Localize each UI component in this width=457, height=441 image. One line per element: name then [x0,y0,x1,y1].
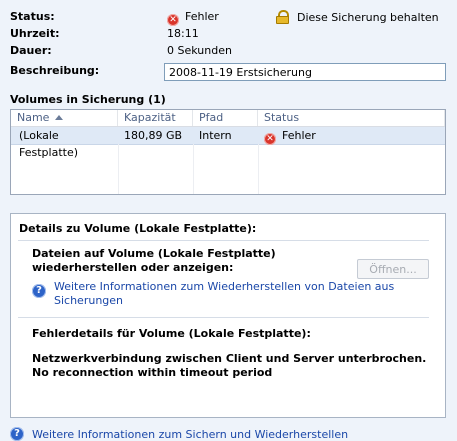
error-message-line1: Netzwerkverbindung zwischen Client und S… [32,352,427,365]
cell-name: (Lokale Festplatte) [19,129,79,159]
keep-backup-toggle[interactable]: Diese Sicherung behalten [276,10,439,24]
time-value: 18:11 [167,27,199,40]
error-icon: ✕ [167,14,179,26]
error-details-title: Fehlerdetails für Volume (Lokale Festpla… [32,327,311,340]
divider [18,317,429,318]
divider [18,240,429,241]
status-value: ✕ Fehler [167,10,219,26]
duration-label: Dauer: [10,44,52,57]
error-icon: ✕ [264,133,276,145]
column-header-status[interactable]: Status [258,110,445,126]
column-header-name[interactable]: Name [11,110,118,126]
restore-info-link-line1: Weitere Informationen zum Wiederherstell… [54,280,395,293]
description-label: Beschreibung: [10,64,100,77]
column-header-capacity[interactable]: Kapazität [118,110,193,126]
column-header-path[interactable]: Pfad [193,110,258,126]
volumes-table[interactable]: Name Kapazität Pfad Status (Lokale Festp… [10,109,446,195]
details-title: Details zu Volume (Lokale Festplatte): [19,222,257,235]
sort-ascending-icon [55,115,64,120]
cell-capacity: 180,89 GB [124,129,183,142]
table-row[interactable]: (Lokale Festplatte) 180,89 GB Intern ✕ Fe… [11,127,445,159]
volumes-title: Volumes in Sicherung (1) [10,93,166,106]
error-message-line2: No reconnection within timeout period [32,366,273,379]
backup-info-link-label: Weitere Informationen zum Sichern und Wi… [32,427,349,441]
restore-info-link[interactable]: Weitere Informationen zum Wiederherstell… [54,280,394,308]
restore-info-link-line2: Sicherungen [54,294,124,307]
status-text: Fehler [185,10,219,23]
restore-text-line1: Dateien auf Volume (Lokale Festplatte) [32,247,276,260]
volume-details-panel: Details zu Volume (Lokale Festplatte): D… [10,213,446,418]
help-icon: ? [32,284,46,298]
backup-info-link[interactable]: ? Weitere Informationen zum Sichern und … [10,427,348,441]
cell-path: Intern [199,129,232,142]
restore-text-line2: wiederherstellen oder anzeigen: [32,261,234,274]
cell-status: ✕ Fehler [258,127,445,145]
keep-backup-label: Diese Sicherung behalten [297,10,439,24]
description-input[interactable] [164,63,446,81]
help-icon: ? [10,427,24,441]
time-label: Uhrzeit: [10,27,60,40]
open-button[interactable]: Öffnen... [357,259,429,279]
lock-icon [276,10,289,24]
duration-value: 0 Sekunden [167,44,232,57]
status-label: Status: [10,10,55,23]
table-header: Name Kapazität Pfad Status [11,110,445,127]
